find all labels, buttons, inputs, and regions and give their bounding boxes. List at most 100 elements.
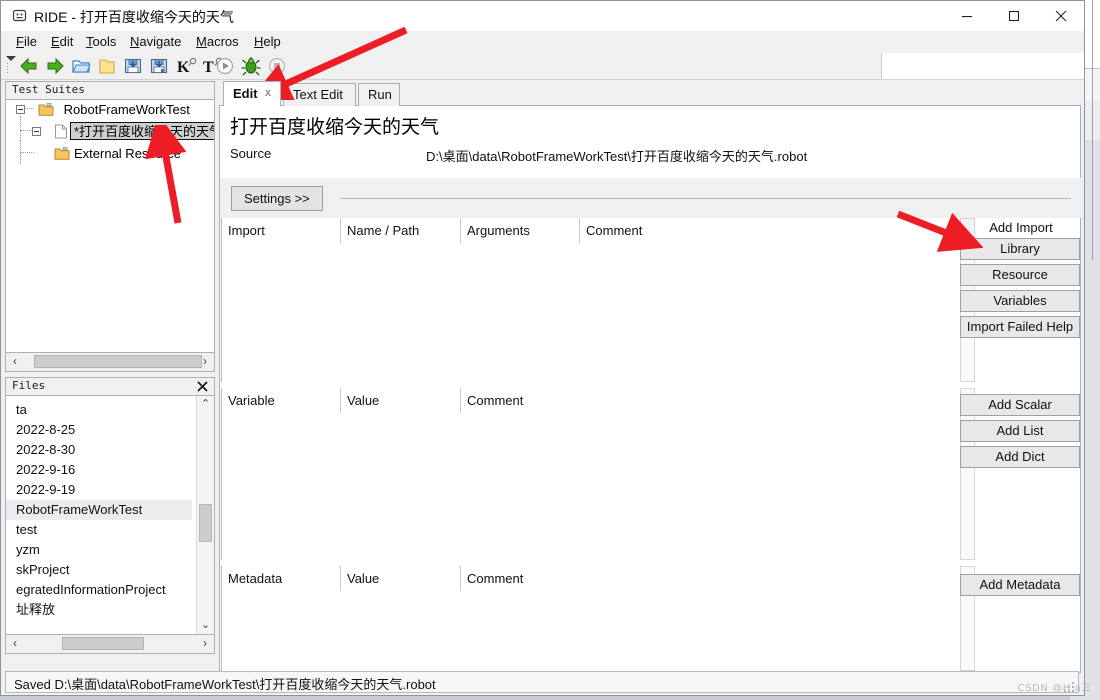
side-action-panel: Add Import Library Resource Variables Impor… xyxy=(960,218,1082,342)
tab-strip: Edit x Text Edit Run xyxy=(219,81,1081,106)
column-import[interactable]: Import xyxy=(222,218,340,243)
save-all-icon[interactable] xyxy=(149,56,169,76)
stop-icon[interactable] xyxy=(267,56,287,76)
import-table[interactable]: Import Name / Path Arguments Comment xyxy=(221,218,959,382)
test-suites-title: Test Suites xyxy=(12,83,85,96)
tab-edit[interactable]: Edit x xyxy=(223,81,281,106)
source-label: Source xyxy=(230,146,272,161)
variable-table-body[interactable] xyxy=(222,413,959,560)
test-suites-hscrollbar[interactable]: ‹ › xyxy=(5,353,215,372)
list-item[interactable]: yzm xyxy=(6,540,192,560)
tab-text-edit[interactable]: Text Edit xyxy=(283,83,356,106)
tab-close-icon[interactable]: x xyxy=(262,87,274,99)
tree-node-label: RobotFrameWorkTest xyxy=(63,102,190,117)
list-item[interactable]: RobotFrameWorkTest xyxy=(6,500,192,520)
column-comment[interactable]: Comment xyxy=(580,218,959,243)
left-dock: Test Suites RobotFrameWorkTest *打开百度收缩今天… xyxy=(5,81,215,673)
column-arguments[interactable]: Arguments xyxy=(461,218,579,243)
tree-expander-icon[interactable] xyxy=(32,127,41,136)
back-icon[interactable] xyxy=(19,56,39,76)
scroll-left-icon[interactable]: ‹ xyxy=(6,635,24,652)
forward-icon[interactable] xyxy=(45,56,65,76)
menu-help[interactable]: Help xyxy=(249,33,286,51)
status-message: Saved D:\桌面\data\RobotFrameWorkTest\打开百度… xyxy=(14,677,436,692)
run-icon[interactable] xyxy=(215,56,235,76)
hscroll-thumb[interactable] xyxy=(34,355,202,368)
search-keyword-icon[interactable]: K xyxy=(177,56,197,76)
editor-area: Edit x Text Edit Run 打开百度收缩今天的天气 Source … xyxy=(219,81,1081,673)
add-metadata-add-metadata-button[interactable]: Add Metadata xyxy=(960,574,1080,596)
metadata-table-header: Metadata Value Comment xyxy=(222,566,959,592)
menu-edit[interactable]: Edit xyxy=(46,33,78,51)
minimize-button[interactable] xyxy=(944,1,990,31)
close-icon[interactable] xyxy=(196,379,209,393)
add-import-library-button[interactable]: Library xyxy=(960,238,1080,260)
toolbar-overflow-area xyxy=(881,53,1084,79)
svg-text:K: K xyxy=(177,59,190,76)
hscroll-thumb[interactable] xyxy=(62,637,144,650)
files-header: Files xyxy=(5,377,215,395)
menu-macros[interactable]: Macros xyxy=(191,33,244,51)
list-item[interactable]: egratedInformationProject xyxy=(6,580,192,600)
import-table-body[interactable] xyxy=(222,243,959,382)
column-comment[interactable]: Comment xyxy=(461,388,959,413)
scroll-right-icon[interactable]: › xyxy=(196,353,214,370)
scroll-up-icon[interactable]: ⌃ xyxy=(197,396,214,413)
list-item[interactable]: 2022-9-19 xyxy=(6,480,192,500)
tab-label: Edit xyxy=(233,86,258,101)
files-list[interactable]: ta 2022-8-25 2022-8-30 2022-9-16 2022-9-19 Ro… xyxy=(5,395,215,635)
files-hscrollbar[interactable]: ‹ › xyxy=(5,635,215,654)
maximize-button[interactable] xyxy=(991,1,1037,31)
menu-navigate[interactable]: Navigate xyxy=(125,33,186,51)
tree-node-testcase[interactable]: *打开百度收缩今天的天气 xyxy=(30,122,214,141)
files-panel: Files ta 2022-8-25 2022-8-30 2022-9-16 2022-… xyxy=(5,377,215,673)
app-icon xyxy=(12,8,27,23)
new-project-icon[interactable] xyxy=(97,56,117,76)
settings-toggle-button[interactable]: Settings >> xyxy=(231,186,323,211)
test-suites-panel: Test Suites RobotFrameWorkTest *打开百度收缩今天… xyxy=(5,81,215,372)
menu-tools[interactable]: Tools xyxy=(81,33,121,51)
list-item[interactable]: ta xyxy=(6,400,192,420)
menu-file[interactable]: File xyxy=(11,33,42,51)
list-item[interactable]: 址释放 xyxy=(6,600,192,620)
test-suites-header: Test Suites xyxy=(5,81,215,99)
close-button[interactable] xyxy=(1038,1,1084,31)
tab-run[interactable]: Run xyxy=(358,83,400,106)
settings-divider xyxy=(340,198,1071,199)
title-bar: RIDE - 打开百度收缩今天的天气 xyxy=(1,1,1084,31)
add-variable-add-list-button[interactable]: Add List xyxy=(960,420,1080,442)
save-icon[interactable] xyxy=(123,56,143,76)
metadata-table[interactable]: Metadata Value Comment xyxy=(221,566,959,671)
scroll-right-icon[interactable]: › xyxy=(196,635,214,652)
variable-table[interactable]: Variable Value Comment xyxy=(221,388,959,560)
list-item[interactable]: 2022-8-25 xyxy=(6,420,192,440)
debug-icon[interactable] xyxy=(241,56,261,76)
test-suites-tree[interactable]: RobotFrameWorkTest *打开百度收缩今天的天气 External… xyxy=(5,99,215,353)
toolbar-grip[interactable] xyxy=(5,55,16,77)
list-item[interactable]: test xyxy=(6,520,192,540)
scroll-left-icon[interactable]: ‹ xyxy=(6,353,24,370)
column-variable[interactable]: Variable xyxy=(222,388,340,413)
column-metadata[interactable]: Metadata xyxy=(222,566,340,591)
list-item[interactable]: skProject xyxy=(6,560,192,580)
add-variable-add-dict-button[interactable]: Add Dict xyxy=(960,446,1080,468)
column-name-path[interactable]: Name / Path xyxy=(341,218,460,243)
tree-node-suite[interactable]: RobotFrameWorkTest xyxy=(14,100,190,119)
column-comment[interactable]: Comment xyxy=(461,566,959,591)
svg-text:T: T xyxy=(203,59,214,76)
open-directory-icon[interactable] xyxy=(71,56,91,76)
scroll-down-icon[interactable]: ⌄ xyxy=(197,617,214,634)
column-value[interactable]: Value xyxy=(341,388,460,413)
metadata-table-body[interactable] xyxy=(222,591,959,671)
tree-expander-icon[interactable] xyxy=(16,105,25,114)
files-vscrollbar[interactable]: ⌃ ⌄ xyxy=(196,396,214,634)
vscroll-thumb[interactable] xyxy=(199,504,212,542)
column-value[interactable]: Value xyxy=(341,566,460,591)
add-import-resource-button[interactable]: Resource xyxy=(960,264,1080,286)
add-import-variables-button[interactable]: Variables xyxy=(960,290,1080,312)
add-import-import-failed-help-button[interactable]: Import Failed Help xyxy=(960,316,1080,338)
list-item[interactable]: 2022-8-30 xyxy=(6,440,192,460)
tree-node-external-resource[interactable]: External Resource xyxy=(30,144,181,163)
list-item[interactable]: 2022-9-16 xyxy=(6,460,192,480)
add-variable-add-scalar-button[interactable]: Add Scalar xyxy=(960,394,1080,416)
